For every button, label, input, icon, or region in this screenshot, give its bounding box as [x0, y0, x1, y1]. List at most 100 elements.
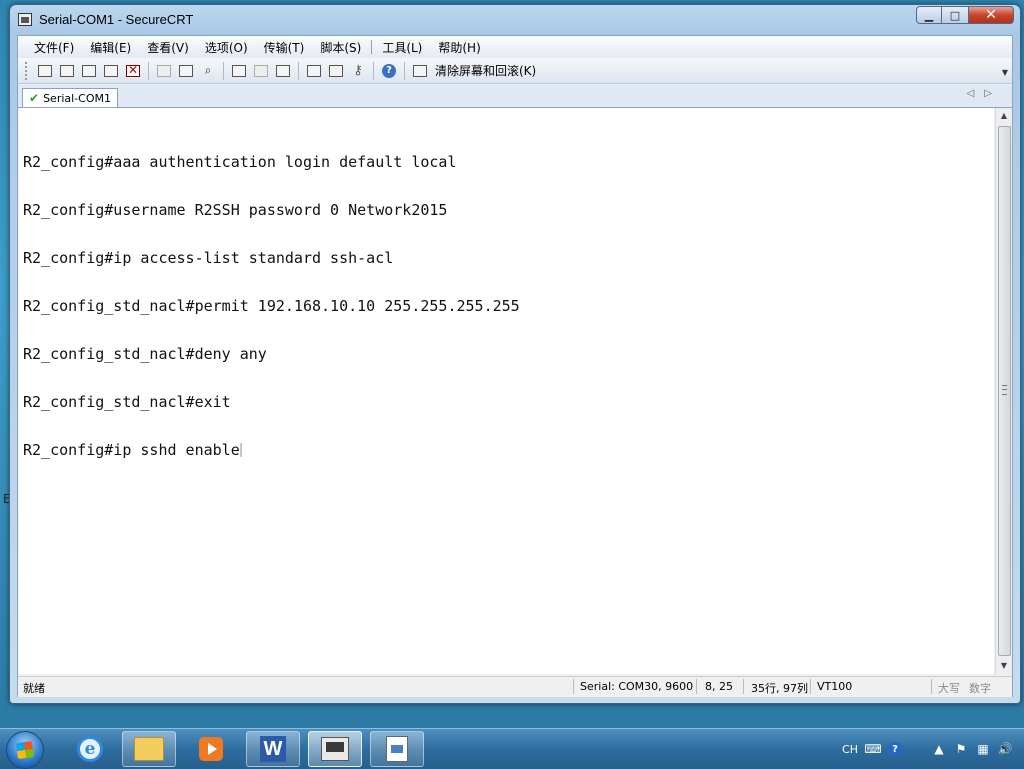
- keymap-button[interactable]: ⚷: [349, 62, 367, 80]
- status-ready: 就绪: [23, 682, 45, 695]
- connected-check-icon: ✔: [29, 91, 40, 105]
- tab-label: Serial-COM1: [43, 91, 111, 105]
- menu-tools[interactable]: 工具(L): [374, 39, 430, 56]
- maximize-button[interactable]: □: [942, 6, 968, 24]
- menu-transfer[interactable]: 传输(T): [256, 39, 313, 56]
- session-options-icon: [307, 64, 321, 77]
- connect-in-tab-icon: [82, 64, 96, 77]
- status-divider: [696, 679, 697, 694]
- input-options-icon[interactable]: [910, 742, 924, 756]
- title-bar[interactable]: Serial-COM1 - SecureCRT ▁ □ ✕: [10, 5, 1020, 35]
- connect-icon: [38, 64, 52, 77]
- minimize-button[interactable]: ▁: [916, 6, 942, 24]
- printer-icon: [276, 64, 290, 77]
- connect-in-tab-button[interactable]: [80, 62, 98, 80]
- status-caps-lock: 大写: [938, 682, 960, 695]
- status-divider: [931, 679, 932, 694]
- volume-icon[interactable]: 🔊: [998, 742, 1013, 756]
- key-icon: ⚷: [353, 63, 363, 78]
- taskbar-notepad[interactable]: [370, 731, 424, 767]
- menu-edit[interactable]: 编辑(E): [82, 39, 139, 56]
- show-hidden-icons-icon[interactable]: ▲: [932, 742, 946, 756]
- action-center-flag-icon[interactable]: ⚑: [954, 742, 968, 756]
- reconnect-button[interactable]: [102, 62, 120, 80]
- system-tray: CH ⌨ ? ▲ ⚑ ▦ 🔊: [838, 729, 1024, 769]
- paste-button[interactable]: [177, 62, 195, 80]
- close-icon: ✕: [985, 7, 997, 23]
- print-button[interactable]: [274, 62, 292, 80]
- menu-divider: [371, 40, 373, 54]
- terminal-line-current: R2_config#ip sshd enable: [23, 442, 520, 458]
- menu-view[interactable]: 查看(V): [139, 39, 197, 56]
- keyboard-icon[interactable]: ⌨: [864, 742, 881, 756]
- minimize-icon: ▁: [924, 8, 934, 22]
- menu-options[interactable]: 选项(O): [197, 39, 256, 56]
- vertical-scrollbar[interactable]: ▲ ▼: [995, 108, 1012, 674]
- menu-script[interactable]: 脚本(S): [312, 39, 369, 56]
- window-title: Serial-COM1 - SecureCRT: [39, 12, 194, 27]
- connect-button[interactable]: [36, 62, 54, 80]
- internet-explorer-icon: e: [77, 736, 103, 762]
- tab-serial-com1[interactable]: ✔ Serial-COM1: [22, 88, 118, 107]
- close-button[interactable]: ✕: [968, 6, 1014, 24]
- scrollbar-grip-icon: [1002, 385, 1007, 395]
- start-button[interactable]: [6, 731, 44, 769]
- toolbar-divider: [404, 61, 405, 80]
- network-icon[interactable]: ▦: [976, 742, 990, 756]
- menu-file[interactable]: 文件(F): [26, 39, 82, 56]
- scrollbar-thumb[interactable]: [998, 126, 1011, 656]
- status-connection: Serial: COM30, 9600: [580, 680, 694, 693]
- taskbar-media-player[interactable]: [184, 731, 238, 767]
- session-options-button[interactable]: [305, 62, 323, 80]
- toolbar-divider: [373, 61, 374, 80]
- help-button[interactable]: ?: [380, 62, 398, 80]
- client-area: 文件(F) 编辑(E) 查看(V) 选项(O) 传输(T) 脚本(S) 工具(L…: [17, 35, 1013, 697]
- media-player-icon: [199, 737, 223, 761]
- print-selection-icon: [254, 64, 268, 77]
- taskbar-securecrt[interactable]: [308, 731, 362, 767]
- print-selection-button[interactable]: [252, 62, 270, 80]
- quick-connect-icon: [60, 64, 74, 77]
- terminal-screen[interactable]: R2_config#aaa authentication login defau…: [19, 108, 994, 674]
- clear-screen-label[interactable]: 清除屏幕和回滚(K): [435, 62, 536, 79]
- clear-screen-button[interactable]: [411, 62, 429, 80]
- toolbar-divider: [223, 61, 224, 80]
- toolbar: ⌕ ⚷ ? 清除屏幕和回滚(K) ▼: [18, 58, 1012, 84]
- window-controls: ▁ □ ✕: [916, 6, 1014, 24]
- find-button[interactable]: ⌕: [199, 62, 217, 80]
- disconnect-button[interactable]: [124, 62, 142, 80]
- notepad-icon: [386, 736, 408, 762]
- taskbar-word[interactable]: W: [246, 731, 300, 767]
- global-options-button[interactable]: [327, 62, 345, 80]
- print-screen-button[interactable]: [230, 62, 248, 80]
- status-bar: 就绪 Serial: COM30, 9600 8, 25 35行, 97列 VT…: [18, 676, 1012, 697]
- toolbar-overflow-icon[interactable]: ▼: [1002, 68, 1008, 77]
- menu-help[interactable]: 帮助(H): [430, 39, 488, 56]
- copy-icon: [157, 64, 171, 77]
- taskbar-explorer[interactable]: [122, 731, 176, 767]
- toolbar-divider: [148, 61, 149, 80]
- tab-scroll-arrows-icon[interactable]: ◁▷: [967, 88, 1002, 99]
- quick-connect-button[interactable]: [58, 62, 76, 80]
- securecrt-app-icon[interactable]: [18, 13, 32, 26]
- language-indicator[interactable]: CH: [842, 743, 858, 756]
- status-size: 35行, 97列: [751, 682, 808, 695]
- disconnect-icon: [126, 63, 140, 77]
- terminal-output: R2_config#aaa authentication login defau…: [23, 122, 520, 490]
- status-cursor-position: 8, 25: [705, 680, 733, 693]
- paste-icon: [179, 64, 193, 77]
- toolbar-grip[interactable]: [25, 61, 30, 80]
- terminal-line: R2_config#ip access-list standard ssh-ac…: [23, 249, 394, 267]
- terminal-line: R2_config_std_nacl#exit: [23, 393, 231, 411]
- scroll-down-icon[interactable]: ▼: [996, 658, 1012, 674]
- copy-button[interactable]: [155, 62, 173, 80]
- tray-help-icon[interactable]: ?: [888, 742, 902, 756]
- securecrt-window: Serial-COM1 - SecureCRT ▁ □ ✕ 文件(F) 编辑(E…: [9, 4, 1021, 704]
- status-num-lock: 数字: [969, 682, 991, 695]
- print-screen-icon: [232, 64, 246, 77]
- taskbar-internet-explorer[interactable]: e: [63, 731, 117, 767]
- menu-bar: 文件(F) 编辑(E) 查看(V) 选项(O) 传输(T) 脚本(S) 工具(L…: [18, 36, 1012, 58]
- scroll-up-icon[interactable]: ▲: [996, 108, 1012, 124]
- maximize-icon: □: [949, 8, 961, 22]
- help-icon: ?: [382, 63, 396, 78]
